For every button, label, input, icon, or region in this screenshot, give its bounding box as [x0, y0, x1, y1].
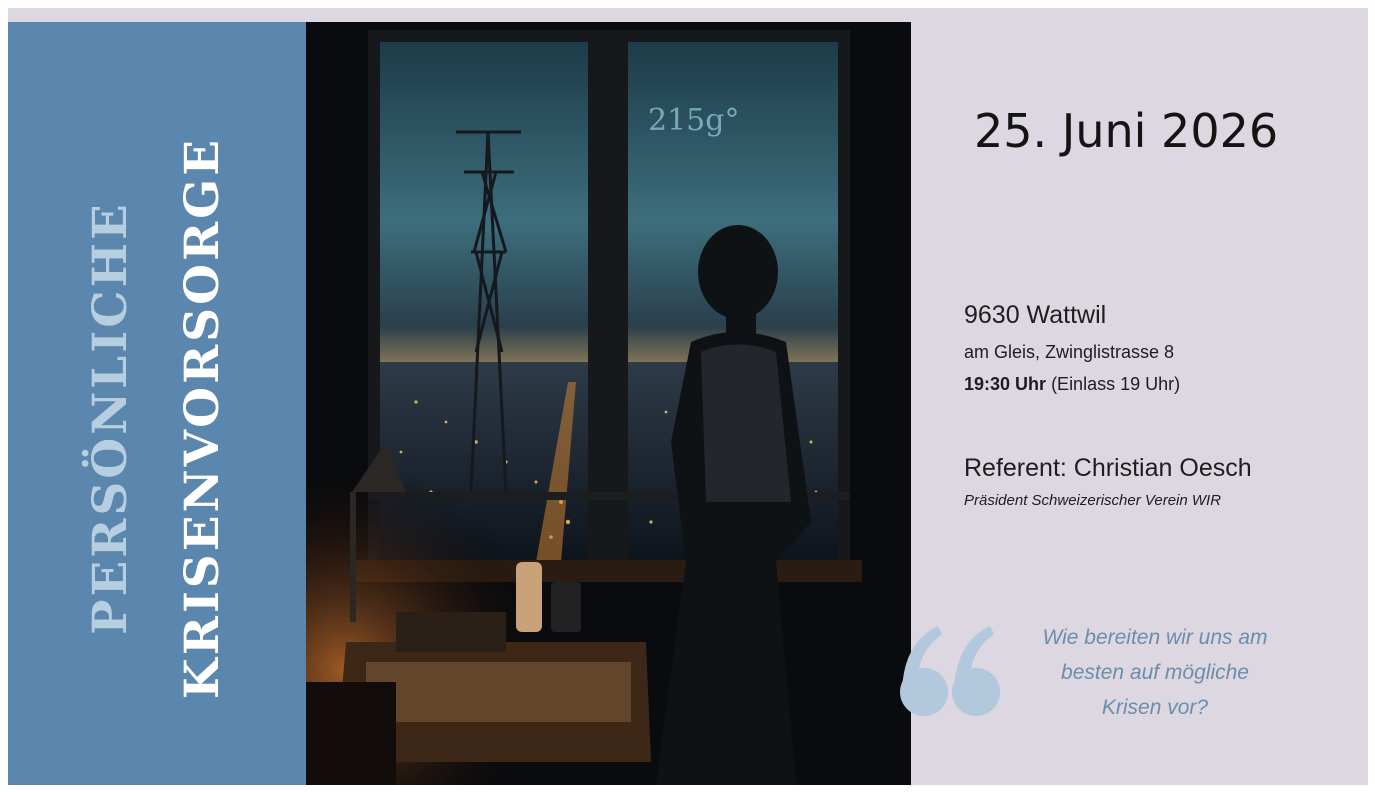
- speaker-name: Referent: Christian Oesch: [964, 454, 1252, 482]
- quote-line: besten auf mögliche: [1061, 661, 1249, 684]
- vertical-title: PERSÖNLICHE KRISENVORSORGE: [65, 137, 249, 699]
- title-line-1: PERSÖNLICHE: [83, 201, 138, 635]
- event-date: 25. Juni 2026: [974, 104, 1279, 158]
- hero-photo: 215g°: [306, 22, 911, 785]
- event-time-start: 19:30 Uhr: [964, 374, 1047, 394]
- man-at-window-illustration: 215g°: [306, 22, 911, 785]
- event-time-note: (Einlass 19 Uhr): [1051, 374, 1181, 394]
- title-sidebar: PERSÖNLICHE KRISENVORSORGE: [8, 22, 306, 785]
- quote-line: Krisen vor?: [1101, 696, 1209, 719]
- overlay-digits: 215g°: [648, 103, 739, 138]
- event-city: 9630 Wattwil: [964, 301, 1107, 329]
- speaker-role: Präsident Schweizerischer Verein WIR: [964, 492, 1222, 509]
- event-street: am Gleis, Zwinglistrasse 8: [964, 342, 1175, 362]
- quote-text: Wie bereiten wir uns am besten auf mögli…: [1010, 620, 1300, 725]
- event-time: 19:30 Uhr (Einlass 19 Uhr): [964, 374, 1180, 395]
- quote-line: Wie bereiten wir uns am: [1042, 626, 1268, 649]
- quote-marks-icon: [900, 626, 1000, 716]
- title-line-2: KRISENVORSORGE: [175, 136, 230, 700]
- event-flyer: PERSÖNLICHE KRISENVORSORGE 215g° 25. Jun…: [8, 8, 1368, 785]
